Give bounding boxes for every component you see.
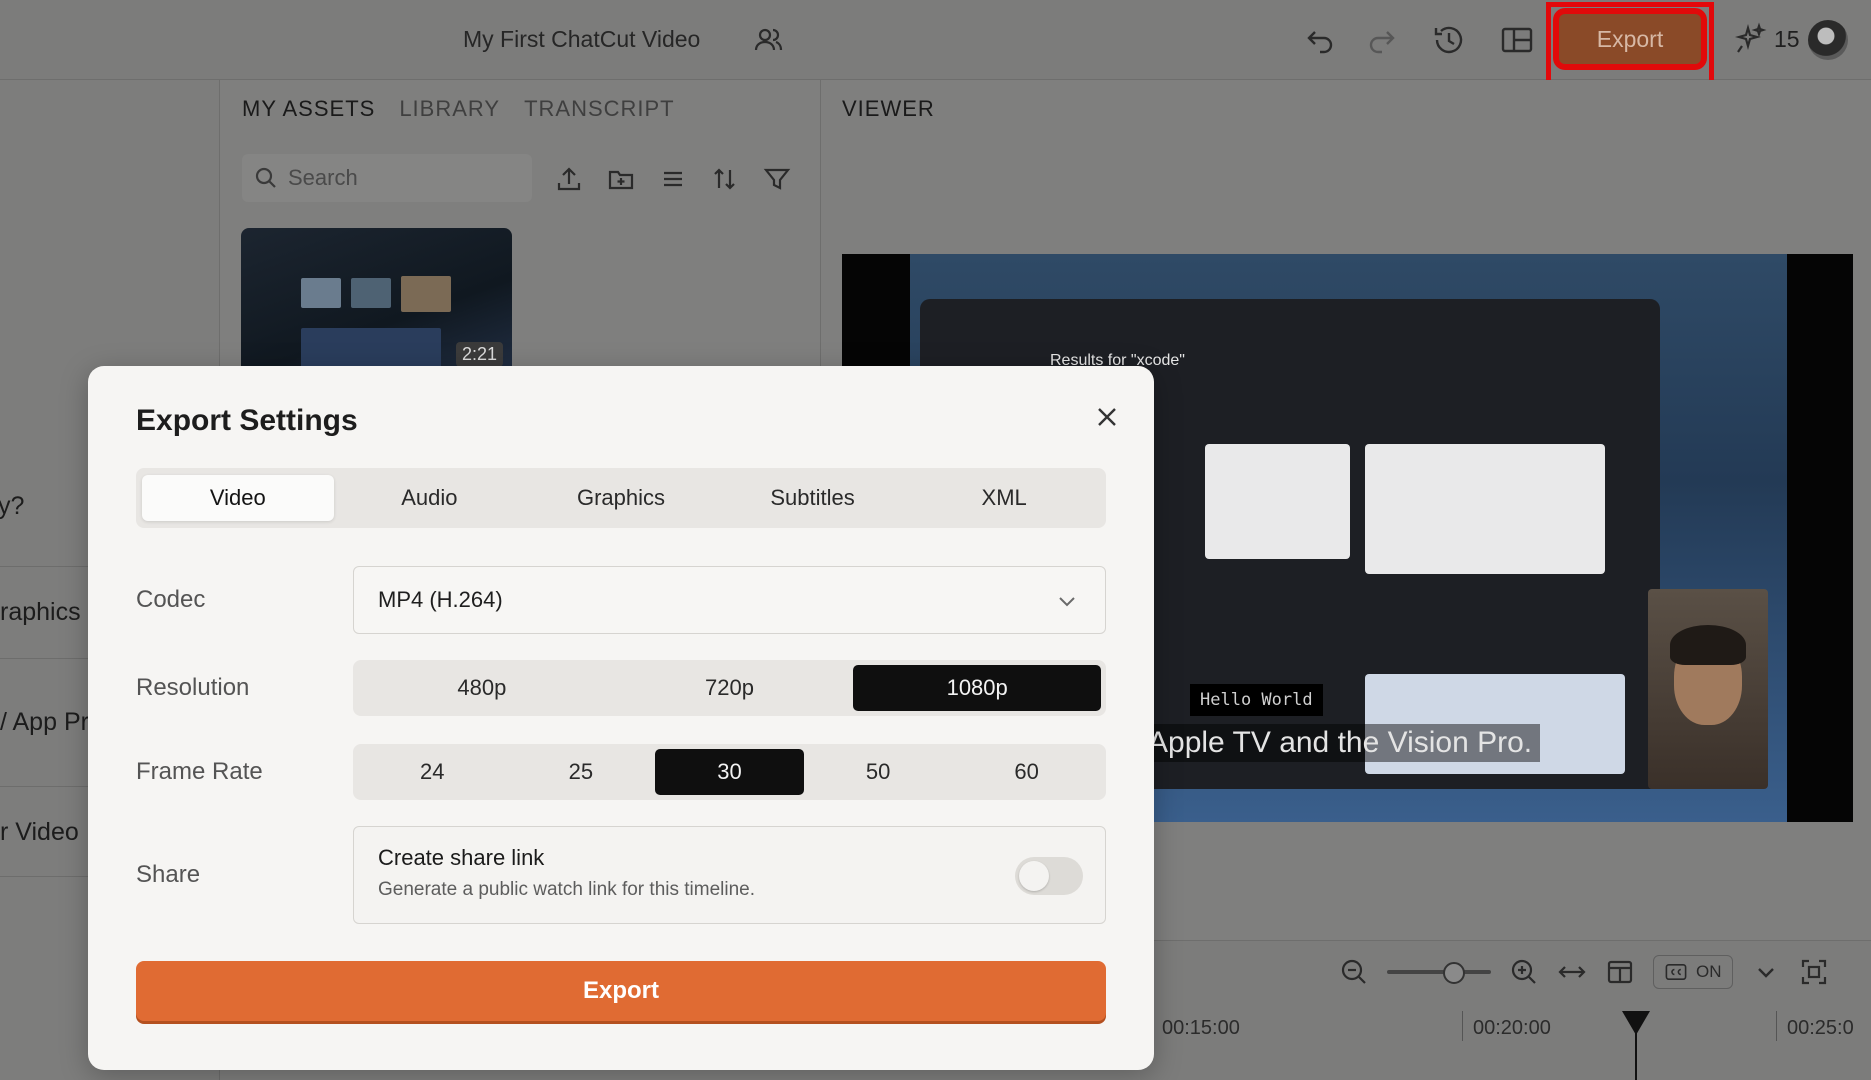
timeline-tick (1776, 1011, 1777, 1041)
new-folder-icon[interactable] (606, 164, 636, 194)
assets-tabs: MY ASSETS LIBRARY TRANSCRIPT (242, 96, 675, 122)
frame-rate-option-60[interactable]: 60 (952, 749, 1101, 795)
history-icon[interactable] (1431, 22, 1467, 58)
search-placeholder: Search (288, 165, 358, 190)
thumb-detail (401, 276, 451, 312)
app-card (1365, 444, 1605, 574)
tab-library[interactable]: LIBRARY (399, 96, 500, 122)
export-highlight-box (1546, 2, 1714, 86)
viewer-title: VIEWER (842, 96, 935, 121)
filter-icon[interactable] (762, 164, 792, 194)
share-link-title: Create share link (378, 845, 545, 870)
zoom-out-icon[interactable] (1339, 957, 1369, 987)
captions-toggle[interactable]: ON (1653, 955, 1733, 989)
rail-divider (0, 876, 88, 877)
project-title[interactable]: My First ChatCut Video (463, 26, 700, 53)
top-bar: My First ChatCut Video Export 15 (0, 0, 1871, 86)
tab-video[interactable]: Video (142, 475, 334, 521)
thumb-detail (351, 278, 391, 308)
fullscreen-icon[interactable] (1799, 957, 1829, 987)
sparkle-icon (1734, 22, 1767, 53)
resolution-label: Resolution (136, 674, 250, 701)
close-icon[interactable] (1092, 402, 1122, 432)
timeline-time: 00:25:0 (1787, 1017, 1854, 1039)
layout-panel-icon[interactable] (1499, 22, 1535, 58)
thumb-detail (301, 328, 441, 368)
timeline-bar: ON 00:15:00 00:20:00 00:25:0 (1140, 940, 1871, 1080)
hair (1670, 625, 1746, 665)
upload-icon[interactable] (554, 164, 584, 194)
rail-divider (0, 658, 88, 659)
share-link-toggle[interactable] (1015, 857, 1083, 895)
rail-item-4[interactable]: r Video (0, 818, 79, 847)
frame-rate-option-24[interactable]: 24 (358, 749, 507, 795)
modal-title: Export Settings (136, 404, 358, 437)
codec-value: MP4 (H.264) (378, 587, 503, 612)
chevron-down-icon[interactable] (1751, 957, 1781, 987)
resolution-option-480p[interactable]: 480p (358, 665, 606, 711)
app-card (1205, 444, 1350, 559)
cc-icon (1665, 964, 1687, 980)
user-avatar[interactable] (1808, 20, 1848, 60)
credits-count: 15 (1774, 25, 1800, 52)
frame-rate-option-25[interactable]: 25 (507, 749, 656, 795)
tab-graphics[interactable]: Graphics (525, 475, 717, 521)
thumbnail-duration: 2:21 (456, 342, 504, 367)
timeline-time: 00:20:00 (1473, 1017, 1551, 1039)
rail-item-1[interactable]: y? (0, 492, 24, 521)
timeline-controls: ON (1339, 955, 1829, 989)
resolution-option-1080p[interactable]: 1080p (853, 665, 1102, 711)
hello-world-label: Hello World (1190, 684, 1323, 716)
chevron-down-icon (1059, 597, 1075, 607)
resolution-option-720p[interactable]: 720p (606, 665, 854, 711)
codec-label: Codec (136, 586, 206, 613)
undo-icon[interactable] (1303, 22, 1339, 58)
rail-divider (0, 786, 88, 787)
search-icon (255, 167, 276, 188)
redo-icon[interactable] (1363, 22, 1399, 58)
search-input[interactable]: Search (242, 154, 532, 202)
frame-rate-option-50[interactable]: 50 (804, 749, 953, 795)
facecam-overlay (1648, 589, 1768, 789)
resolution-selector: 480p 720p 1080p (353, 660, 1106, 716)
export-tabs: Video Audio Graphics Subtitles XML (136, 468, 1106, 528)
timeline-tick (1462, 1011, 1463, 1041)
tab-transcript[interactable]: TRANSCRIPT (524, 96, 675, 122)
timeline-playhead[interactable] (1622, 1011, 1650, 1080)
frame-rate-selector: 24 25 30 50 60 (353, 744, 1106, 800)
asset-toolbar (554, 164, 792, 194)
tab-xml[interactable]: XML (908, 475, 1100, 521)
frame-rate-label: Frame Rate (136, 758, 263, 785)
codec-select[interactable]: MP4 (H.264) (353, 566, 1106, 634)
cc-label: ON (1696, 962, 1722, 981)
fit-width-icon[interactable] (1557, 957, 1587, 987)
timeline-time: 00:15:00 (1162, 1017, 1240, 1039)
list-view-icon[interactable] (658, 164, 688, 194)
panel-toggle-icon[interactable] (1605, 957, 1635, 987)
export-button[interactable]: Export (136, 961, 1106, 1021)
zoom-slider[interactable] (1387, 962, 1491, 984)
share-label: Share (136, 861, 201, 888)
subtitle-caption: Apple TV and the Vision Pro. (1140, 724, 1541, 762)
share-link-description: Generate a public watch link for this ti… (378, 879, 756, 900)
rail-item-2[interactable]: raphics (0, 598, 81, 627)
frame-rate-option-30[interactable]: 30 (655, 749, 804, 795)
collaborators-icon[interactable] (752, 24, 784, 56)
rail-item-3[interactable]: / App Pr (0, 708, 89, 737)
thumb-detail (301, 278, 341, 308)
tab-my-assets[interactable]: MY ASSETS (242, 96, 375, 122)
sort-icon[interactable] (710, 164, 740, 194)
credits-indicator[interactable]: 15 (1734, 22, 1800, 56)
rail-divider (0, 566, 88, 567)
tab-audio[interactable]: Audio (334, 475, 526, 521)
tab-subtitles[interactable]: Subtitles (717, 475, 909, 521)
zoom-in-icon[interactable] (1509, 957, 1539, 987)
export-settings-modal: Export Settings Video Audio Graphics Sub… (88, 366, 1154, 1070)
share-link-box: Create share link Generate a public watc… (353, 826, 1106, 924)
